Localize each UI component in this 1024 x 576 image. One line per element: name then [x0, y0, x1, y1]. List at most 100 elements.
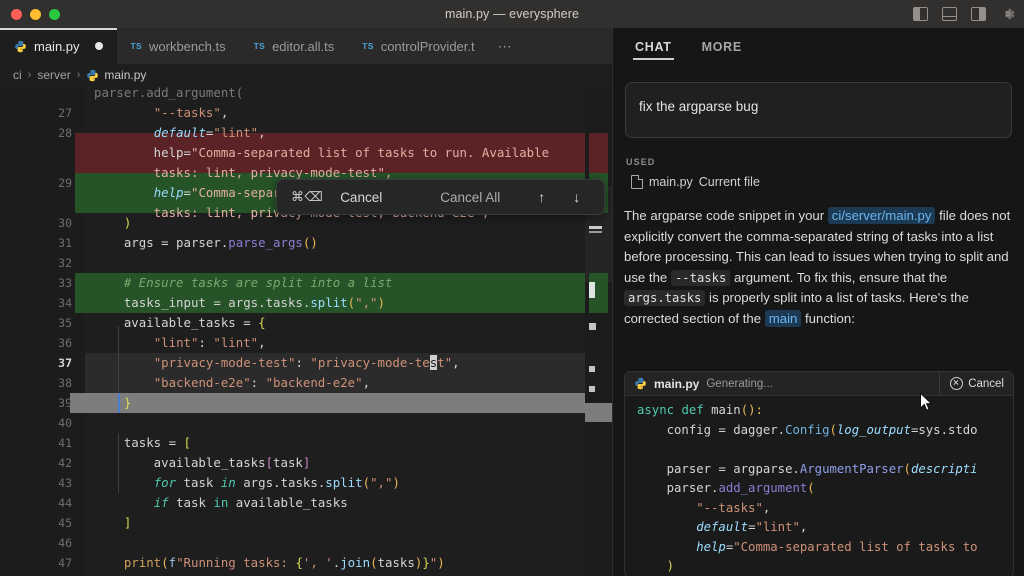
line-number: 33: [58, 276, 72, 290]
line-number: 42: [58, 456, 72, 470]
tab-main-py[interactable]: main.py: [0, 28, 117, 64]
minimap-text-line: [589, 323, 596, 330]
close-window-button[interactable]: [11, 8, 22, 20]
breadcrumb-file-label: main.py: [104, 68, 147, 82]
code-line-44[interactable]: if task in available_tasks: [85, 493, 612, 513]
breadcrumb-item-file[interactable]: main.py: [86, 68, 146, 82]
code-line-39[interactable]: }: [85, 393, 612, 413]
tab-workbench-ts[interactable]: TS workbench.ts: [117, 28, 240, 64]
code-line-47[interactable]: print(f"Running tasks: {', '.join(tasks)…: [85, 553, 612, 573]
editor-minimap[interactable]: [585, 86, 612, 576]
answer-seg-0: The argparse code snippet in your: [624, 208, 828, 223]
code-block-status: Generating...: [706, 377, 773, 390]
panel-right-icon[interactable]: [971, 7, 986, 21]
answer-file-link[interactable]: ci/server/main.py: [827, 207, 936, 224]
mouse-cursor: [919, 392, 933, 411]
code-line-42[interactable]: available_tasks[task]: [85, 453, 612, 473]
line-number: 44: [58, 496, 72, 510]
panel-bottom-icon[interactable]: [942, 7, 957, 21]
tab-chat[interactable]: CHAT: [625, 28, 682, 66]
gen-code-line-7: default="lint",: [637, 520, 808, 534]
panel-left-icon[interactable]: [913, 7, 928, 21]
code-line-30[interactable]: ): [85, 213, 612, 233]
tab-label: controlProvider.t: [380, 38, 475, 54]
used-file-detail: Current file: [698, 175, 760, 189]
code-block-body[interactable]: async def main(): config = dagger.Config…: [625, 395, 1013, 576]
cancel-circle-icon: [950, 377, 964, 390]
line-number: 29: [58, 176, 72, 190]
gear-icon[interactable]: [1000, 6, 1016, 22]
code-line-35[interactable]: available_tasks = {: [85, 313, 612, 333]
minimap-text-line: [589, 386, 595, 392]
previous-change-icon[interactable]: ↑: [528, 189, 555, 205]
python-icon: [15, 40, 26, 52]
code-line[interactable]: parser.add_argument(: [0, 86, 612, 103]
cancel-all-button[interactable]: Cancel All: [428, 190, 512, 205]
line-number: 41: [58, 436, 72, 450]
code-line-38[interactable]: "backend-e2e": "backend-e2e",: [85, 373, 612, 393]
minimap-selection: [585, 403, 612, 422]
code-block-cancel-button[interactable]: Cancel: [939, 372, 1004, 395]
typescript-icon: TS: [362, 41, 374, 51]
tab-overflow-icon[interactable]: ⋯: [489, 28, 522, 64]
chat-code-block[interactable]: main.py Generating... Cancel async def m…: [624, 371, 1014, 576]
gen-code-line-4: parser = argparse.ArgumentParser(descrip…: [637, 461, 978, 476]
code-line-del-1[interactable]: help="Comma-separated list of tasks to r…: [85, 143, 612, 163]
used-context-item[interactable]: main.py Current file: [631, 175, 760, 189]
chevron-right-icon: ›: [27, 69, 32, 81]
editor-tab-bar: main.py TS workbench.ts TS editor.all.ts…: [0, 28, 612, 64]
inline-diff-toolbar[interactable]: ⌘⌫ Cancel Cancel All ↑ ↓: [276, 179, 606, 215]
keyboard-shortcut-icon: ⌘⌫: [291, 189, 324, 204]
title-bar: main.py — everysphere: [0, 0, 1024, 28]
code-editor[interactable]: parser.add_argument( 27 28 29 30 31 32 3…: [0, 86, 612, 576]
next-change-icon[interactable]: ↓: [563, 189, 590, 205]
maximize-window-button[interactable]: [49, 8, 60, 20]
diff-added-gutter: [75, 273, 85, 313]
gen-code-line-8: help="Comma-separated list of tasks to: [637, 539, 978, 554]
tab-more[interactable]: MORE: [692, 28, 752, 66]
cancel-button[interactable]: Cancel: [328, 190, 394, 205]
line-number: 32: [58, 256, 72, 270]
breadcrumb-item-ci[interactable]: ci: [13, 68, 22, 82]
gen-code-line-5: parser.add_argument(: [637, 481, 815, 495]
answer-symbol-link-main[interactable]: main: [764, 309, 802, 327]
diff-deleted-gutter: [75, 133, 85, 173]
code-line-34[interactable]: tasks_input = args.tasks.split(","): [85, 293, 612, 313]
vscode-window: main.py — everysphere main.py TS workben…: [0, 0, 1024, 576]
code-line-45[interactable]: ]: [85, 513, 612, 533]
chat-input-box[interactable]: fix the argparse bug: [625, 82, 1012, 138]
code-line-33[interactable]: # Ensure tasks are split into a list: [85, 273, 612, 293]
code-line-28[interactable]: default="lint",: [85, 123, 612, 143]
chat-input-value[interactable]: fix the argparse bug: [639, 99, 758, 114]
window-controls[interactable]: [0, 8, 60, 20]
tab-control-provider-ts[interactable]: TS controlProvider.t: [348, 28, 488, 64]
answer-inline-code-tasks: --tasks: [670, 269, 731, 286]
code-line-37[interactable]: "privacy-mode-test": "privacy-mode-test"…: [85, 353, 612, 373]
python-icon: [87, 69, 99, 81]
line-number: 43: [58, 476, 72, 490]
chevron-right-icon: ›: [76, 69, 81, 81]
tab-label: editor.all.ts: [272, 38, 335, 54]
breadcrumb-item-server[interactable]: server: [37, 68, 70, 82]
minimap-text-line: [589, 366, 595, 372]
line-number: 38: [58, 376, 72, 390]
code-line-41[interactable]: tasks = [: [85, 433, 612, 453]
tab-label: workbench.ts: [149, 38, 226, 54]
tab-editor-all-ts[interactable]: TS editor.all.ts: [240, 28, 349, 64]
gen-code-line-9: ): [637, 559, 675, 573]
line-number: 28: [58, 126, 72, 140]
code-line-27[interactable]: "--tasks",: [85, 103, 612, 123]
code-block-header: main.py Generating... Cancel: [625, 372, 1013, 396]
code-line-43[interactable]: for task in args.tasks.split(","): [85, 473, 612, 493]
answer-seg-4: argument. To fix this, ensure that the: [730, 269, 948, 285]
minimize-window-button[interactable]: [30, 8, 41, 20]
python-icon: [635, 377, 646, 390]
line-number: 45: [58, 516, 72, 530]
minimap-deleted-marker: [589, 133, 608, 173]
line-number: 47: [58, 556, 72, 570]
answer-inline-code-argstasks: args.tasks: [624, 290, 706, 307]
tab-dirty-indicator[interactable]: [94, 42, 103, 50]
code-line-36[interactable]: "lint": "lint",: [85, 333, 612, 353]
used-file-name: main.py: [649, 175, 693, 189]
code-line-31[interactable]: args = parser.parse_args(): [85, 233, 612, 253]
